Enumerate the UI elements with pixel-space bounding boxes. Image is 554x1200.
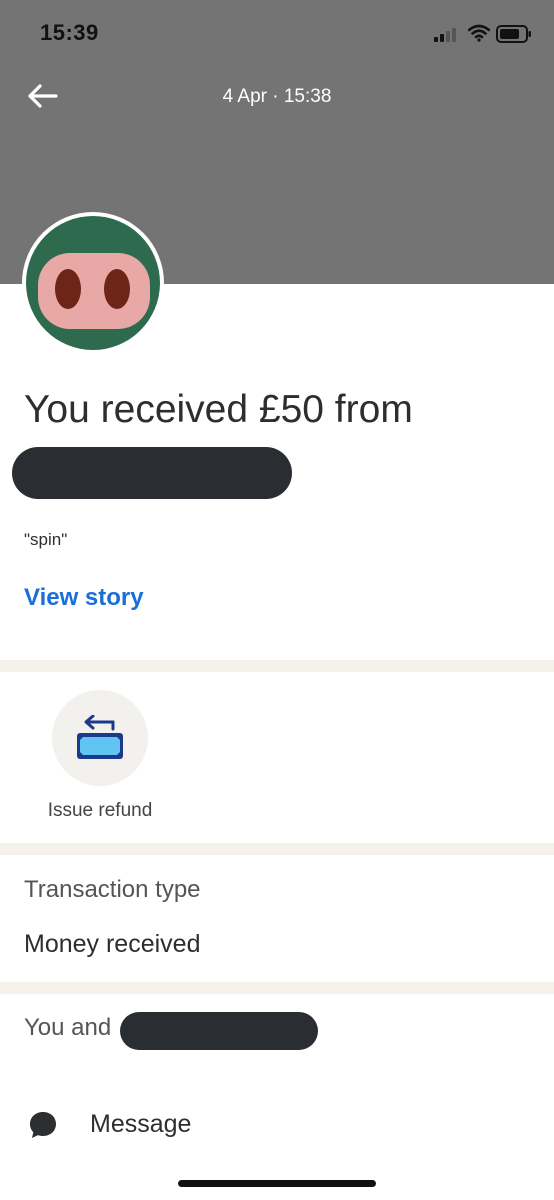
signal-icon [434,26,460,47]
refund-icon [77,715,123,759]
transaction-date: 4 Apr · 15:38 [222,86,332,107]
status-time: 15:39 [40,20,99,45]
view-story-link[interactable]: View story [24,584,144,612]
transaction-headline: You received £50 from [24,388,413,431]
redacted-sender-name [12,447,292,499]
status-bar: 15:39 [0,0,554,70]
message-icon [28,1110,58,1145]
wifi-icon [467,24,491,47]
transaction-note: "spin" [24,530,68,549]
battery-icon [496,25,532,48]
section-divider [0,843,554,855]
section-divider [0,660,554,672]
issue-refund-button[interactable] [52,690,148,786]
transaction-type-value: Money received [24,930,201,958]
you-and-label: You and [24,1014,112,1041]
redacted-contact-name [120,1012,318,1050]
avatar [22,212,164,354]
transaction-type-label: Transaction type [24,876,201,903]
issue-refund-label: Issue refund [47,800,153,821]
message-label: Message [90,1110,192,1138]
section-divider [0,982,554,994]
home-indicator[interactable] [178,1180,376,1187]
message-button[interactable]: Message [24,1100,324,1152]
